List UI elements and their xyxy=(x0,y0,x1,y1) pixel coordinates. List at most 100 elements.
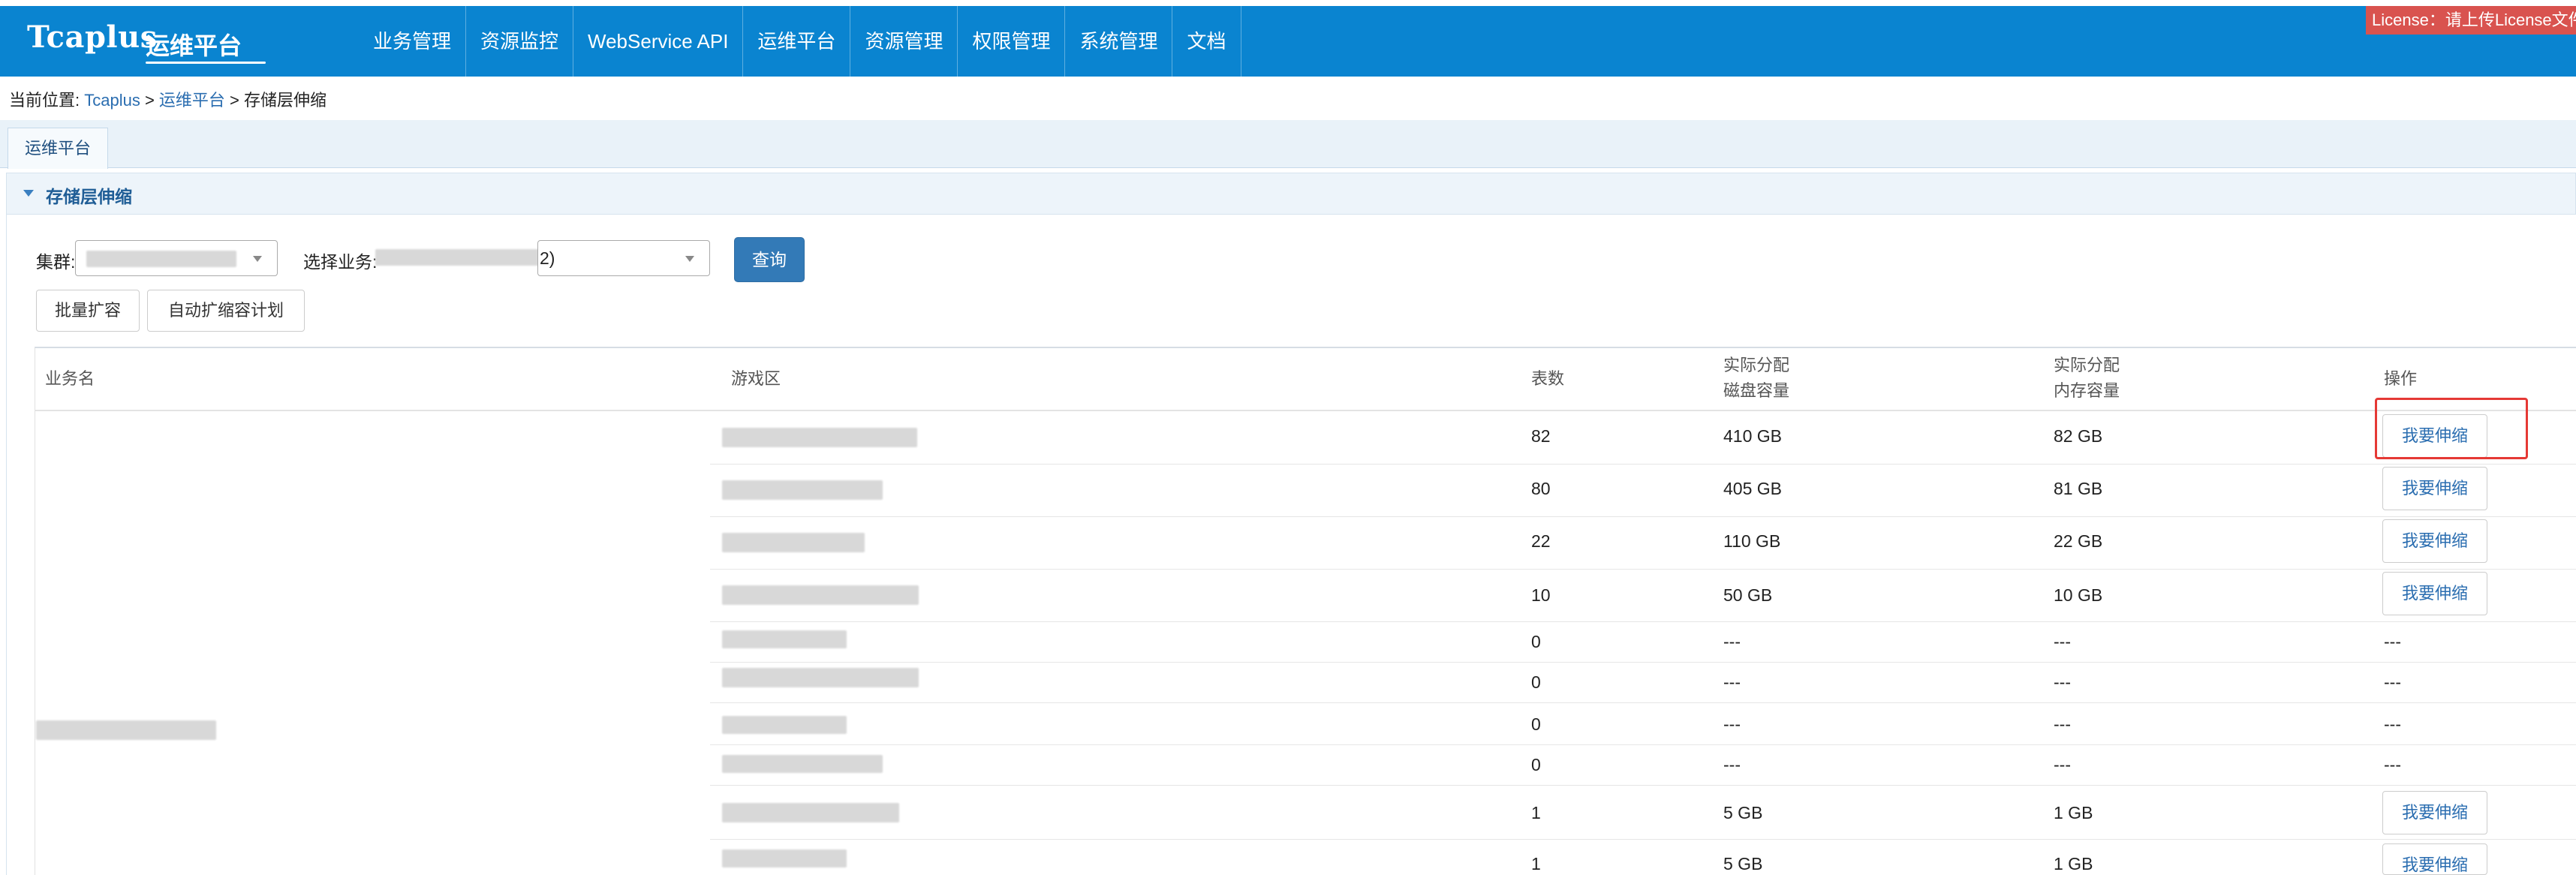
business-name-redacted xyxy=(36,720,216,740)
col-header-disk-line1: 实际分配 xyxy=(1723,356,1790,374)
chevron-down-icon xyxy=(253,256,262,262)
nav-item-business[interactable]: 业务管理 xyxy=(359,6,467,77)
nav-item-monitor[interactable]: 资源监控 xyxy=(466,6,574,77)
cell-tables: 82 xyxy=(1531,426,1551,446)
cell-tables: 0 xyxy=(1531,714,1541,734)
nav-item-resource[interactable]: 资源管理 xyxy=(850,6,958,77)
business-select[interactable]: 2) xyxy=(537,240,710,276)
zone-name-redacted xyxy=(722,849,847,867)
cluster-label: 集群: xyxy=(36,252,76,272)
breadcrumb-parent-link[interactable]: 运维平台 xyxy=(159,91,225,110)
cell-memory: 10 GB xyxy=(2054,585,2103,605)
cell-disk: --- xyxy=(1723,755,1741,774)
zone-name-redacted xyxy=(722,428,917,447)
cell-memory: 1 GB xyxy=(2054,803,2093,822)
cell-tables: 10 xyxy=(1531,585,1551,605)
business-label-redacted xyxy=(375,249,542,266)
zone-name-redacted xyxy=(722,755,883,773)
zone-name-redacted xyxy=(722,803,899,822)
zone-name-redacted xyxy=(722,585,919,605)
cell-operation: --- xyxy=(2384,755,2401,774)
batch-expand-button[interactable]: 批量扩容 xyxy=(36,290,140,332)
breadcrumb-prefix: 当前位置: xyxy=(9,91,85,110)
col-header-memory: 实际分配 内存容量 xyxy=(2054,353,2120,404)
cell-memory: 22 GB xyxy=(2054,531,2103,551)
cell-disk: 50 GB xyxy=(1723,585,1773,605)
scale-button[interactable]: 我要伸缩 xyxy=(2382,467,2487,510)
panel-header[interactable]: 存储层伸缩 xyxy=(6,173,2576,215)
top-nav-bar: Tcaplus 运维平台 业务管理 资源监控 WebService API 运维… xyxy=(0,6,2576,77)
cell-tables: 1 xyxy=(1531,803,1541,822)
row-divider xyxy=(710,702,2576,703)
cell-memory: 1 GB xyxy=(2054,854,2093,873)
tab-bar: 运维平台 xyxy=(0,120,2576,169)
scale-button[interactable]: 我要伸缩 xyxy=(2382,791,2487,834)
zone-name-redacted xyxy=(722,716,847,734)
cell-tables: 0 xyxy=(1531,755,1541,774)
row-divider xyxy=(710,839,2576,840)
cell-memory: 81 GB xyxy=(2054,479,2103,498)
cell-memory: --- xyxy=(2054,755,2071,774)
scaling-table xyxy=(35,347,2576,875)
cell-disk: 5 GB xyxy=(1723,854,1763,873)
nav-item-ops[interactable]: 运维平台 xyxy=(743,6,851,77)
scale-button[interactable]: 我要伸缩 xyxy=(2382,572,2487,615)
cell-operation: --- xyxy=(2384,672,2401,692)
cell-memory: --- xyxy=(2054,672,2071,692)
cell-disk: 5 GB xyxy=(1723,803,1763,822)
business-label: 选择业务: xyxy=(303,252,378,272)
col-header-zone: 游戏区 xyxy=(731,369,781,388)
row-divider xyxy=(710,785,2576,786)
nav-item-docs[interactable]: 文档 xyxy=(1172,6,1241,77)
breadcrumb-home-link[interactable]: Tcaplus xyxy=(84,91,140,110)
row-divider xyxy=(710,621,2576,622)
license-warning-badge[interactable]: License：请上传License文件 xyxy=(2366,6,2576,35)
auto-scaling-plan-button[interactable]: 自动扩缩容计划 xyxy=(147,290,305,332)
col-header-disk: 实际分配 磁盘容量 xyxy=(1723,353,1789,404)
app-logo[interactable]: Tcaplus 运维平台 xyxy=(27,20,266,66)
zone-name-redacted xyxy=(722,480,883,500)
cluster-select[interactable] xyxy=(75,240,278,276)
col-header-mem-line2: 内存容量 xyxy=(2054,381,2120,400)
scale-button[interactable]: 我要伸缩 xyxy=(2382,519,2487,563)
cell-disk: 405 GB xyxy=(1723,479,1782,498)
nav-item-webservice[interactable]: WebService API xyxy=(573,6,744,77)
annotation-highlight-box xyxy=(2375,398,2528,459)
panel-title: 存储层伸缩 xyxy=(46,187,132,206)
cell-disk: --- xyxy=(1723,632,1741,651)
breadcrumb-separator: > xyxy=(224,91,244,110)
cell-operation: --- xyxy=(2384,714,2401,734)
scale-button[interactable]: 我要伸缩 xyxy=(2382,843,2487,875)
logo-sub-text: 运维平台 xyxy=(146,32,242,60)
cell-memory: --- xyxy=(2054,714,2071,734)
cell-memory: --- xyxy=(2054,632,2071,651)
chevron-down-icon xyxy=(685,256,694,262)
row-divider xyxy=(710,662,2576,663)
cluster-value-redacted xyxy=(86,251,236,267)
breadcrumb-separator: > xyxy=(140,91,159,110)
cell-tables: 1 xyxy=(1531,854,1541,873)
cell-disk: --- xyxy=(1723,672,1741,692)
business-select-value: 2) xyxy=(540,248,555,268)
row-divider xyxy=(710,569,2576,570)
breadcrumb-current: 存储层伸缩 xyxy=(244,91,327,110)
nav-item-system[interactable]: 系统管理 xyxy=(1065,6,1173,77)
caret-down-icon xyxy=(23,190,34,197)
zone-name-redacted xyxy=(722,630,847,648)
col-header-operation: 操作 xyxy=(2384,369,2418,388)
row-divider xyxy=(710,464,2576,465)
table-header-divider xyxy=(35,410,2576,411)
cell-operation: --- xyxy=(2384,632,2401,651)
cell-disk: 410 GB xyxy=(1723,426,1782,446)
cell-tables: 22 xyxy=(1531,531,1551,551)
tab-ops-platform[interactable]: 运维平台 xyxy=(8,128,109,169)
cell-tables: 80 xyxy=(1531,479,1551,498)
col-header-business: 业务名 xyxy=(45,369,95,388)
query-button[interactable]: 查询 xyxy=(734,237,805,282)
nav-item-permission[interactable]: 权限管理 xyxy=(958,6,1066,77)
col-header-disk-line2: 磁盘容量 xyxy=(1723,381,1790,400)
cell-disk: --- xyxy=(1723,714,1741,734)
logo-main-text: Tcaplus xyxy=(27,20,158,55)
zone-name-redacted xyxy=(722,668,919,687)
main-nav: 业务管理 资源监控 WebService API 运维平台 资源管理 权限管理 … xyxy=(359,6,1241,77)
